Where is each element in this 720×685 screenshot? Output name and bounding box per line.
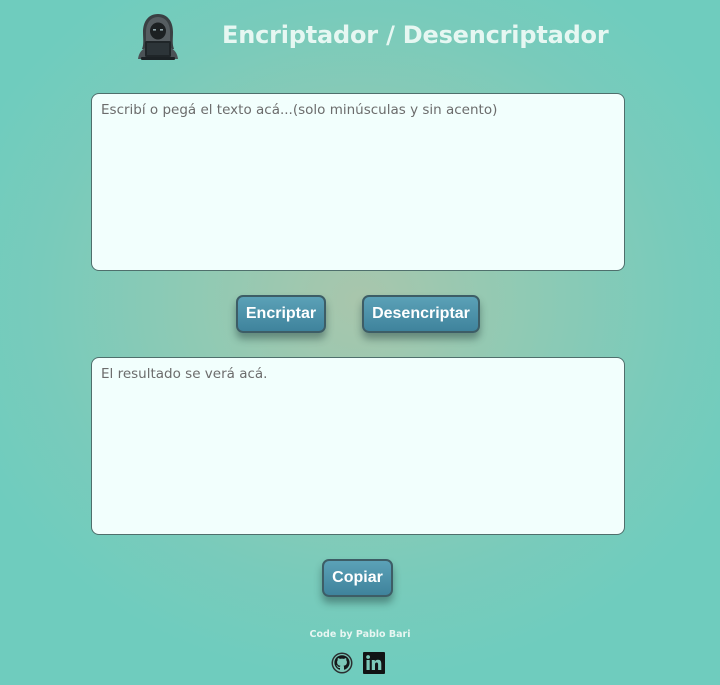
- footer-credit: Code by Pablo Bari: [309, 629, 411, 640]
- header: Encriptador / Desencriptador: [0, 0, 720, 80]
- linkedin-icon: [363, 652, 385, 678]
- hacker-laptop-icon: [134, 12, 182, 62]
- copy-button[interactable]: Copiar: [322, 559, 393, 597]
- decrypt-button[interactable]: Desencriptar: [362, 295, 480, 333]
- encrypt-button[interactable]: Encriptar: [236, 295, 326, 333]
- output-textarea[interactable]: [91, 357, 625, 535]
- input-textarea[interactable]: [91, 93, 625, 271]
- page-title: Encriptador / Desencriptador: [222, 21, 609, 49]
- linkedin-link[interactable]: [363, 652, 385, 674]
- github-link[interactable]: [331, 652, 353, 674]
- github-icon: [331, 652, 353, 678]
